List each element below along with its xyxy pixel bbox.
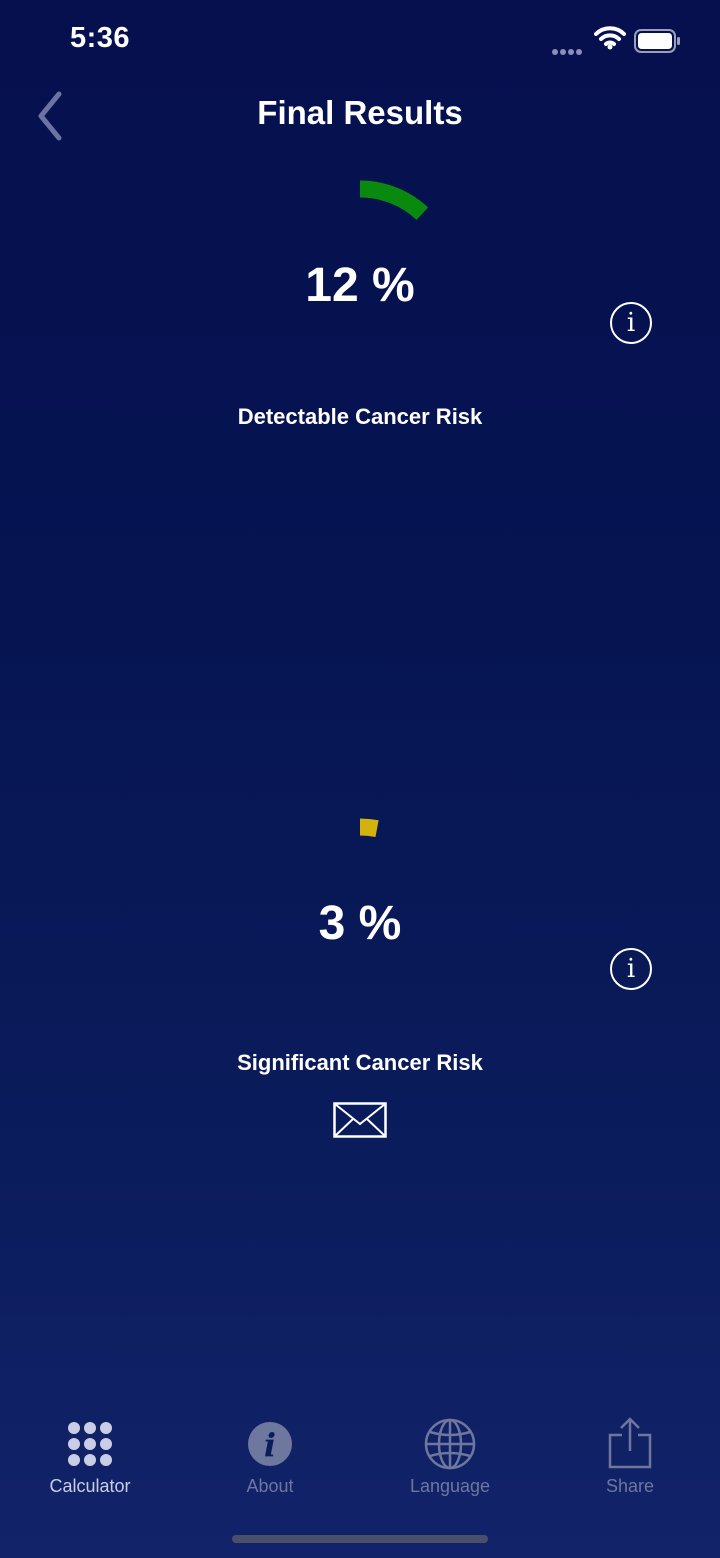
tab-calculator[interactable]: Calculator bbox=[0, 1410, 180, 1510]
envelope-icon bbox=[333, 1102, 387, 1138]
home-indicator bbox=[232, 1535, 488, 1543]
globe-icon bbox=[424, 1418, 476, 1470]
significant-risk-info-button[interactable]: i bbox=[610, 948, 652, 990]
grid-dots-icon bbox=[68, 1422, 112, 1466]
detectable-risk-arc-path bbox=[359, 180, 429, 221]
tab-about-label: About bbox=[246, 1476, 294, 1496]
status-time: 5:36 bbox=[70, 22, 131, 54]
share-icon bbox=[608, 1417, 652, 1469]
tab-share[interactable]: Share bbox=[540, 1410, 720, 1510]
significant-risk-arc-path bbox=[359, 818, 379, 837]
detectable-risk-value: 12 % bbox=[305, 259, 415, 312]
tab-language[interactable]: Language bbox=[360, 1410, 540, 1510]
tab-about[interactable]: i About bbox=[180, 1410, 360, 1510]
battery-icon bbox=[634, 29, 680, 53]
email-button[interactable] bbox=[333, 1102, 387, 1138]
significant-risk-label: Significant Cancer Risk bbox=[237, 1050, 483, 1075]
tab-language-label: Language bbox=[409, 1476, 491, 1496]
tab-share-label: Share bbox=[605, 1476, 655, 1496]
tab-bar: Calculator i About Language Share bbox=[0, 1410, 720, 1520]
svg-text:i: i bbox=[264, 1426, 276, 1464]
nav-bar: Final Results bbox=[0, 80, 720, 150]
page-title: Final Results bbox=[257, 94, 463, 131]
status-icons bbox=[552, 26, 682, 56]
info-icon: i bbox=[248, 1422, 292, 1466]
significant-risk-value: 3 % bbox=[318, 897, 402, 950]
signal-dots-icon bbox=[552, 42, 584, 60]
status-bar: 5:36 bbox=[0, 0, 720, 80]
detectable-risk-info-button[interactable]: i bbox=[610, 302, 652, 344]
tab-calculator-label: Calculator bbox=[49, 1476, 131, 1496]
detectable-risk-label: Detectable Cancer Risk bbox=[237, 404, 483, 429]
wifi-icon bbox=[594, 26, 626, 50]
